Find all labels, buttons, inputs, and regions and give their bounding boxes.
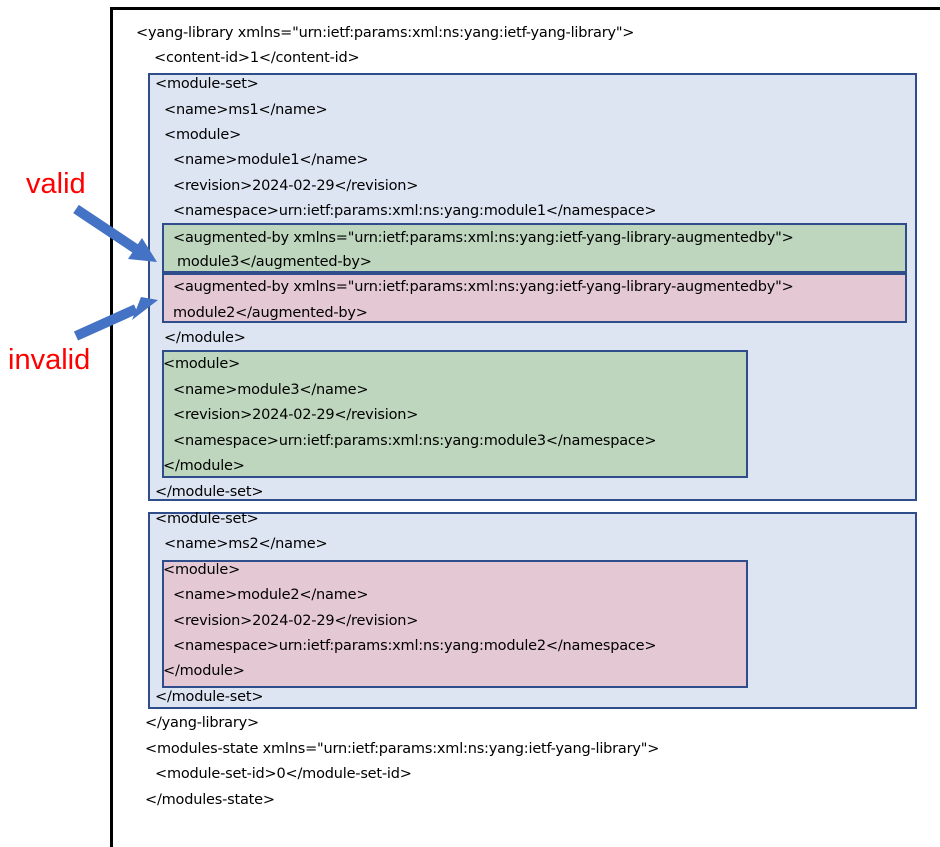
invalid-arrow-icon [73,297,158,341]
valid-arrow-icon [73,204,157,262]
annotation-arrows [73,204,158,341]
